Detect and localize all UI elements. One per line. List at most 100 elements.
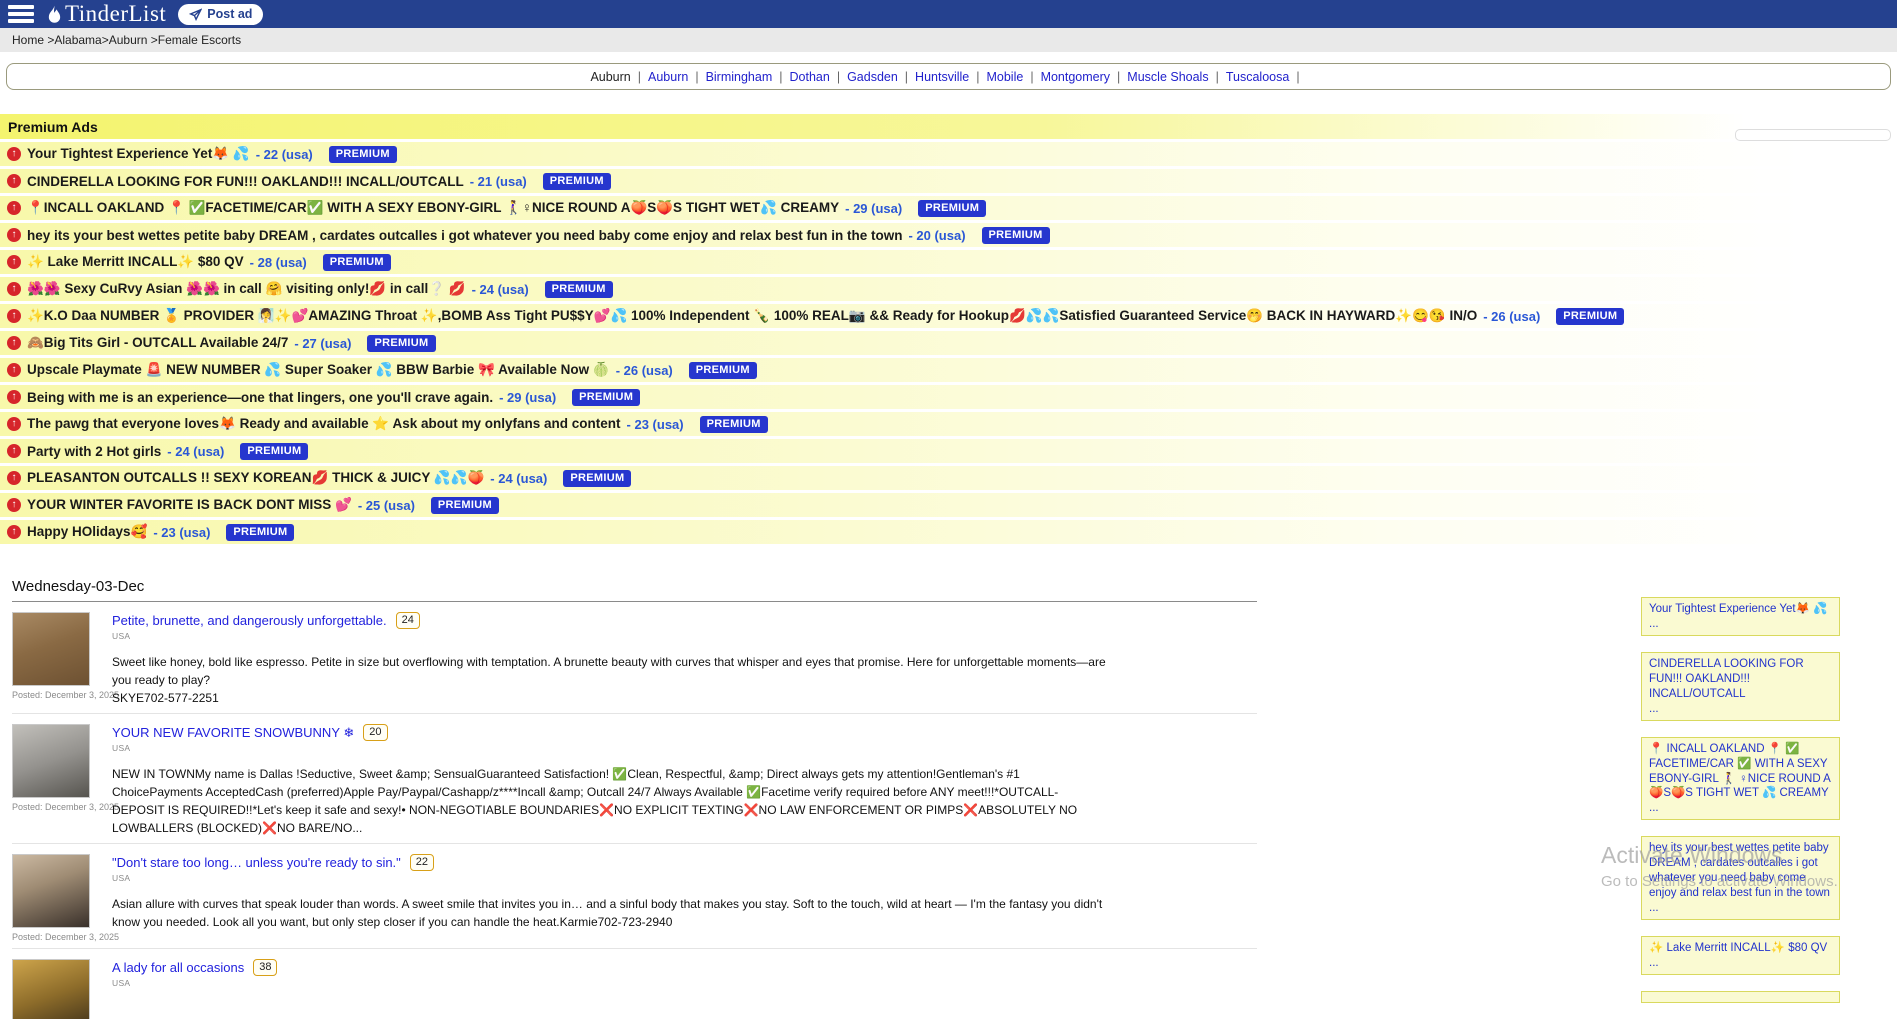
ad-age-region: - 29 (usa) <box>845 201 902 216</box>
logo-text: TinderList <box>65 1 166 27</box>
premium-ad-row[interactable]: ↑ hey its your best wettes petite baby D… <box>0 223 1897 247</box>
premium-ad-row[interactable]: ↑ ✨K.O Daa NUMBER 🏅 PROVIDER 🧖‍♀️✨💕AMAZI… <box>0 304 1897 328</box>
listing-title[interactable]: Petite, brunette, and dangerously unforg… <box>112 613 387 628</box>
listing-title[interactable]: "Don't stare too long… unless you're rea… <box>112 855 401 870</box>
ad-age-region: - 20 (usa) <box>908 228 965 243</box>
premium-badge: PREMIUM <box>545 281 613 298</box>
listing-thumbnail[interactable] <box>12 854 90 928</box>
sidebar-ad-box[interactable]: hey its your best wettes petite baby DRE… <box>1641 836 1840 920</box>
city-separator: | <box>837 70 840 84</box>
listing-content: Petite, brunette, and dangerously unforg… <box>112 612 1257 707</box>
city-item: Auburn | <box>648 70 706 84</box>
listing-thumb-column: Posted: December 3, 2025 <box>12 612 96 707</box>
ad-title: Happy HOlidays🥰 <box>27 524 147 540</box>
menu-icon[interactable] <box>8 5 34 23</box>
listing-phone: SKYE702-577-2251 <box>112 689 1257 707</box>
city-link[interactable]: Birmingham <box>706 70 773 84</box>
premium-ad-row[interactable]: ↑ Upscale Playmate 🚨 NEW NUMBER 💦 Super … <box>0 358 1897 382</box>
premium-ad-row[interactable]: ↑ 🌺🌺 Sexy CuRvy Asian 🌺🌺 in call 🤗 visit… <box>0 277 1897 301</box>
sidebar-ad-box[interactable]: ✨ Lake Merritt INCALL✨ $80 QV ... <box>1641 936 1840 975</box>
more-ellipsis: ... <box>1649 901 1832 916</box>
ad-age-region: - 24 (usa) <box>490 471 547 486</box>
up-arrow-icon: ↑ <box>7 228 21 242</box>
premium-ad-row[interactable]: ↑ YOUR WINTER FAVORITE IS BACK DONT MISS… <box>0 493 1897 517</box>
city-link[interactable]: Dothan <box>790 70 830 84</box>
ad-age-region: - 21 (usa) <box>470 174 527 189</box>
city-link[interactable]: Auburn <box>590 70 630 84</box>
country-label: USA <box>112 978 1257 988</box>
ad-age-region: - 26 (usa) <box>616 363 673 378</box>
post-ad-button[interactable]: Post ad <box>178 4 263 25</box>
listing-thumbnail[interactable] <box>12 612 90 686</box>
premium-ad-row[interactable]: ↑ The pawg that everyone loves🦊 Ready an… <box>0 412 1897 436</box>
premium-badge: PREMIUM <box>982 227 1050 244</box>
city-link[interactable]: Huntsville <box>915 70 969 84</box>
ad-age-region: - 22 (usa) <box>256 147 313 162</box>
premium-ad-row[interactable]: ↑ Party with 2 Hot girls - 24 (usa) PREM… <box>0 439 1897 463</box>
premium-badge: PREMIUM <box>918 200 986 217</box>
sidebar-ad-text: 📍 INCALL OAKLAND 📍 ✅ FACETIME/CAR ✅ WITH… <box>1649 743 1831 800</box>
listing-title[interactable]: YOUR NEW FAVORITE SNOWBUNNY ❄ <box>112 725 354 741</box>
sidebar-ad-box[interactable]: 📍 INCALL OAKLAND 📍 ✅ FACETIME/CAR ✅ WITH… <box>1641 737 1840 821</box>
listing-thumbnail[interactable] <box>12 959 90 1019</box>
listing-title[interactable]: A lady for all occasions <box>112 960 244 975</box>
premium-ad-row[interactable]: ↑ Your Tightest Experience Yet🦊 💦 - 22 (… <box>0 142 1897 166</box>
sidebar-ad-box[interactable]: Your Tightest Experience Yet🦊 💦 ... <box>1641 597 1840 636</box>
up-arrow-icon: ↑ <box>7 390 21 404</box>
city-separator: | <box>1030 70 1033 84</box>
ad-age-region: - 24 (usa) <box>167 444 224 459</box>
premium-ad-row[interactable]: ↑ CINDERELLA LOOKING FOR FUN!!! OAKLAND!… <box>0 169 1897 193</box>
premium-badge: PREMIUM <box>700 416 768 433</box>
city-link[interactable]: Gadsden <box>847 70 898 84</box>
city-separator: | <box>695 70 698 84</box>
ad-title: 🌺🌺 Sexy CuRvy Asian 🌺🌺 in call 🤗 visitin… <box>27 281 466 297</box>
premium-badge: PREMIUM <box>543 173 611 190</box>
site-logo[interactable]: TinderList <box>46 1 166 27</box>
city-item: Auburn | <box>590 70 648 84</box>
city-link[interactable]: Muscle Shoals <box>1127 70 1208 84</box>
city-item: Muscle Shoals | <box>1127 70 1226 84</box>
premium-ad-row[interactable]: ↑ Being with me is an experience—one tha… <box>0 385 1897 409</box>
ad-title: PLEASANTON OUTCALLS !! SEXY KOREAN💋 THIC… <box>27 470 484 486</box>
city-item: Montgomery | <box>1041 70 1128 84</box>
more-ellipsis: ... <box>1649 702 1832 717</box>
city-item: Huntsville | <box>915 70 986 84</box>
sidebar-ad-box[interactable] <box>1641 991 1840 1003</box>
city-link[interactable]: Montgomery <box>1041 70 1110 84</box>
ad-title: ✨K.O Daa NUMBER 🏅 PROVIDER 🧖‍♀️✨💕AMAZING… <box>27 308 1477 324</box>
ad-title: Upscale Playmate 🚨 NEW NUMBER 💦 Super So… <box>27 362 610 378</box>
premium-ad-row[interactable]: ↑ 📍INCALL OAKLAND 📍 ✅FACETIME/CAR✅ WITH … <box>0 196 1897 220</box>
ad-title: ✨ Lake Merritt INCALL✨ $80 QV <box>27 254 244 270</box>
premium-ad-row[interactable]: ↑ ✨ Lake Merritt INCALL✨ $80 QV - 28 (us… <box>0 250 1897 274</box>
city-link[interactable]: Auburn <box>648 70 688 84</box>
ad-age-region: - 29 (usa) <box>499 390 556 405</box>
premium-ad-row[interactable]: ↑ PLEASANTON OUTCALLS !! SEXY KOREAN💋 TH… <box>0 466 1897 490</box>
premium-badge: PREMIUM <box>563 470 631 487</box>
empty-input-box[interactable] <box>1735 129 1891 141</box>
premium-badge: PREMIUM <box>367 335 435 352</box>
up-arrow-icon: ↑ <box>7 309 21 323</box>
listing-content: YOUR NEW FAVORITE SNOWBUNNY ❄ 20 USA NEW… <box>112 724 1257 837</box>
sidebar-ad-text: CINDERELLA LOOKING FOR FUN!!! OAKLAND!!!… <box>1649 658 1804 700</box>
ad-title: 🙈Big Tits Girl - OUTCALL Available 24/7 <box>27 335 288 351</box>
top-navbar: TinderList Post ad <box>0 0 1897 28</box>
city-link[interactable]: Tuscaloosa <box>1226 70 1289 84</box>
posted-date: Posted: December 3, 2025 <box>12 802 96 812</box>
listing-thumbnail[interactable] <box>12 724 90 798</box>
listing-thumb-column: Posted: December 3, 2025 <box>12 854 96 942</box>
ad-title: Your Tightest Experience Yet🦊 💦 <box>27 146 250 162</box>
city-separator: | <box>638 70 641 84</box>
premium-badge: PREMIUM <box>689 362 757 379</box>
up-arrow-icon: ↑ <box>7 525 21 539</box>
listings-body: Posted: December 3, 2025 Petite, brunett… <box>12 602 1257 1019</box>
listing-row: A lady for all occasions 38 USA <box>12 949 1257 1019</box>
up-arrow-icon: ↑ <box>7 174 21 188</box>
sidebar-ad-box[interactable]: CINDERELLA LOOKING FOR FUN!!! OAKLAND!!!… <box>1641 652 1840 721</box>
up-arrow-icon: ↑ <box>7 201 21 215</box>
city-separator: | <box>1117 70 1120 84</box>
country-label: USA <box>112 743 1257 753</box>
premium-ad-row[interactable]: ↑ 🙈Big Tits Girl - OUTCALL Available 24/… <box>0 331 1897 355</box>
breadcrumb[interactable]: Home >Alabama>Auburn >Female Escorts <box>0 28 1897 52</box>
city-link[interactable]: Mobile <box>986 70 1023 84</box>
premium-ad-row[interactable]: ↑ Happy HOlidays🥰 - 23 (usa) PREMIUM <box>0 520 1897 544</box>
